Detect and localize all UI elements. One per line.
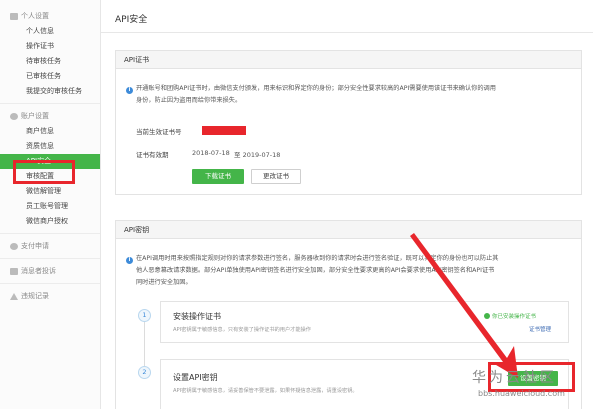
main-content: API安全 API证书 i 开通账号和团购API证书时，由微信支付颁发，用来标识… [101,0,593,409]
sidebar-item-personal-info[interactable]: 个人信息 [0,24,100,39]
step-1-box: 安装操作证书 API密钥属于敏感信息，只有安装了操作证书的用户才能操作 你已安装… [160,301,569,343]
sidebar-divider [0,233,100,234]
sidebar-item-payment-apply[interactable]: 支付申请 [0,238,100,254]
title-divider [101,32,593,33]
api-cert-note-line2: 身份，防止因为盗用而给你带来损失。 [136,97,242,104]
info-icon: i [126,257,133,264]
section-personal-settings: 个人设置 [0,8,100,24]
warning-icon [10,292,18,300]
sidebar-complaints-label: 消息者投诉 [21,267,56,275]
sidebar-divider [0,283,100,284]
step-connector [144,319,145,367]
sidebar-payment-label: 支付申请 [21,242,49,250]
step-1-status: 你已安装操作证书 [492,314,537,320]
sidebar-item-pending-review[interactable]: 待审核任务 [0,54,100,69]
section-personal-title: 个人设置 [21,12,49,20]
payment-icon [10,242,18,250]
watermark-url: bbs.huaweicloud.com [478,389,565,398]
sidebar-divider [0,258,100,259]
step-1-title: 安装操作证书 [173,312,221,321]
annotation-highlight-sidebar [13,160,75,184]
sidebar: 个人设置 个人信息 操作证书 待审核任务 已审核任务 我提交的审核任务 账户设置… [0,0,101,409]
message-icon [10,267,18,275]
section-account-title: 账户设置 [21,112,49,120]
api-key-panel-head: API密钥 [116,221,581,239]
cert-serial-redacted [202,126,246,135]
step-2-desc: API密钥属于敏感信息，请妥善保管不要泄露，如果怀疑信息泄露，请重设密钥。 [173,388,358,394]
check-icon [484,313,490,319]
step-2-number: 2 [138,366,151,379]
sidebar-divider [0,103,100,104]
cert-manage-link[interactable]: 证书管理 [529,325,551,333]
sidebar-item-qualification[interactable]: 资质信息 [0,139,100,154]
sidebar-item-wechat-manage[interactable]: 微信解管理 [0,184,100,199]
cert-validity-label: 证书有效期 [136,151,169,159]
sidebar-item-merchant-info[interactable]: 商户信息 [0,124,100,139]
gear-icon [10,112,18,120]
sidebar-item-operation-cert[interactable]: 操作证书 [0,39,100,54]
replace-cert-button[interactable]: 更改证书 [251,169,301,184]
user-icon [10,12,18,20]
step-2-title: 设置API密钥 [173,373,218,382]
sidebar-item-reviewed[interactable]: 已审核任务 [0,69,100,84]
api-cert-note-line1: 开通账号和团购API证书时，由微信支付颁发，用来标识和界定你的身份；部分安全性要… [136,85,496,92]
watermark-title: 华为云社区 [472,370,557,386]
cert-serial-label: 当前生效证书号 [136,128,182,136]
sidebar-item-merchant-auth[interactable]: 微信商户授权 [0,214,100,229]
section-account-settings: 账户设置 [0,108,100,124]
api-key-note-line2: 他人恶意篡改请求数据。部分API单独使用API密钥签名进行安全加固，部分安全性要… [136,267,495,274]
cert-validity-to: 至 2019-07-18 [234,151,281,159]
api-cert-panel-head: API证书 [116,51,581,69]
download-cert-button[interactable]: 下载证书 [192,169,244,184]
api-key-note-line1: 在API调用时用来按照指定规则对你的请求参数进行签名，服务器收到你的请求时会进行… [136,255,499,262]
sidebar-item-complaints[interactable]: 消息者投诉 [0,263,100,279]
step-1-number: 1 [138,309,151,322]
info-icon: i [126,87,133,94]
cert-validity-from: 2018-07-18 [192,149,230,157]
sidebar-item-violations[interactable]: 违规记录 [0,288,100,304]
api-cert-panel: API证书 i 开通账号和团购API证书时，由微信支付颁发，用来标识和界定你的身… [115,50,582,195]
page-title: API安全 [115,15,148,25]
step-1-desc: API密钥属于敏感信息，只有安装了操作证书的用户才能操作 [173,327,311,333]
api-key-note-line3: 同时进行安全加固。 [136,279,192,286]
sidebar-violations-label: 违规记录 [21,292,49,300]
sidebar-item-my-submitted[interactable]: 我提交的审核任务 [0,84,100,99]
sidebar-item-staff-accounts[interactable]: 员工账号管理 [0,199,100,214]
